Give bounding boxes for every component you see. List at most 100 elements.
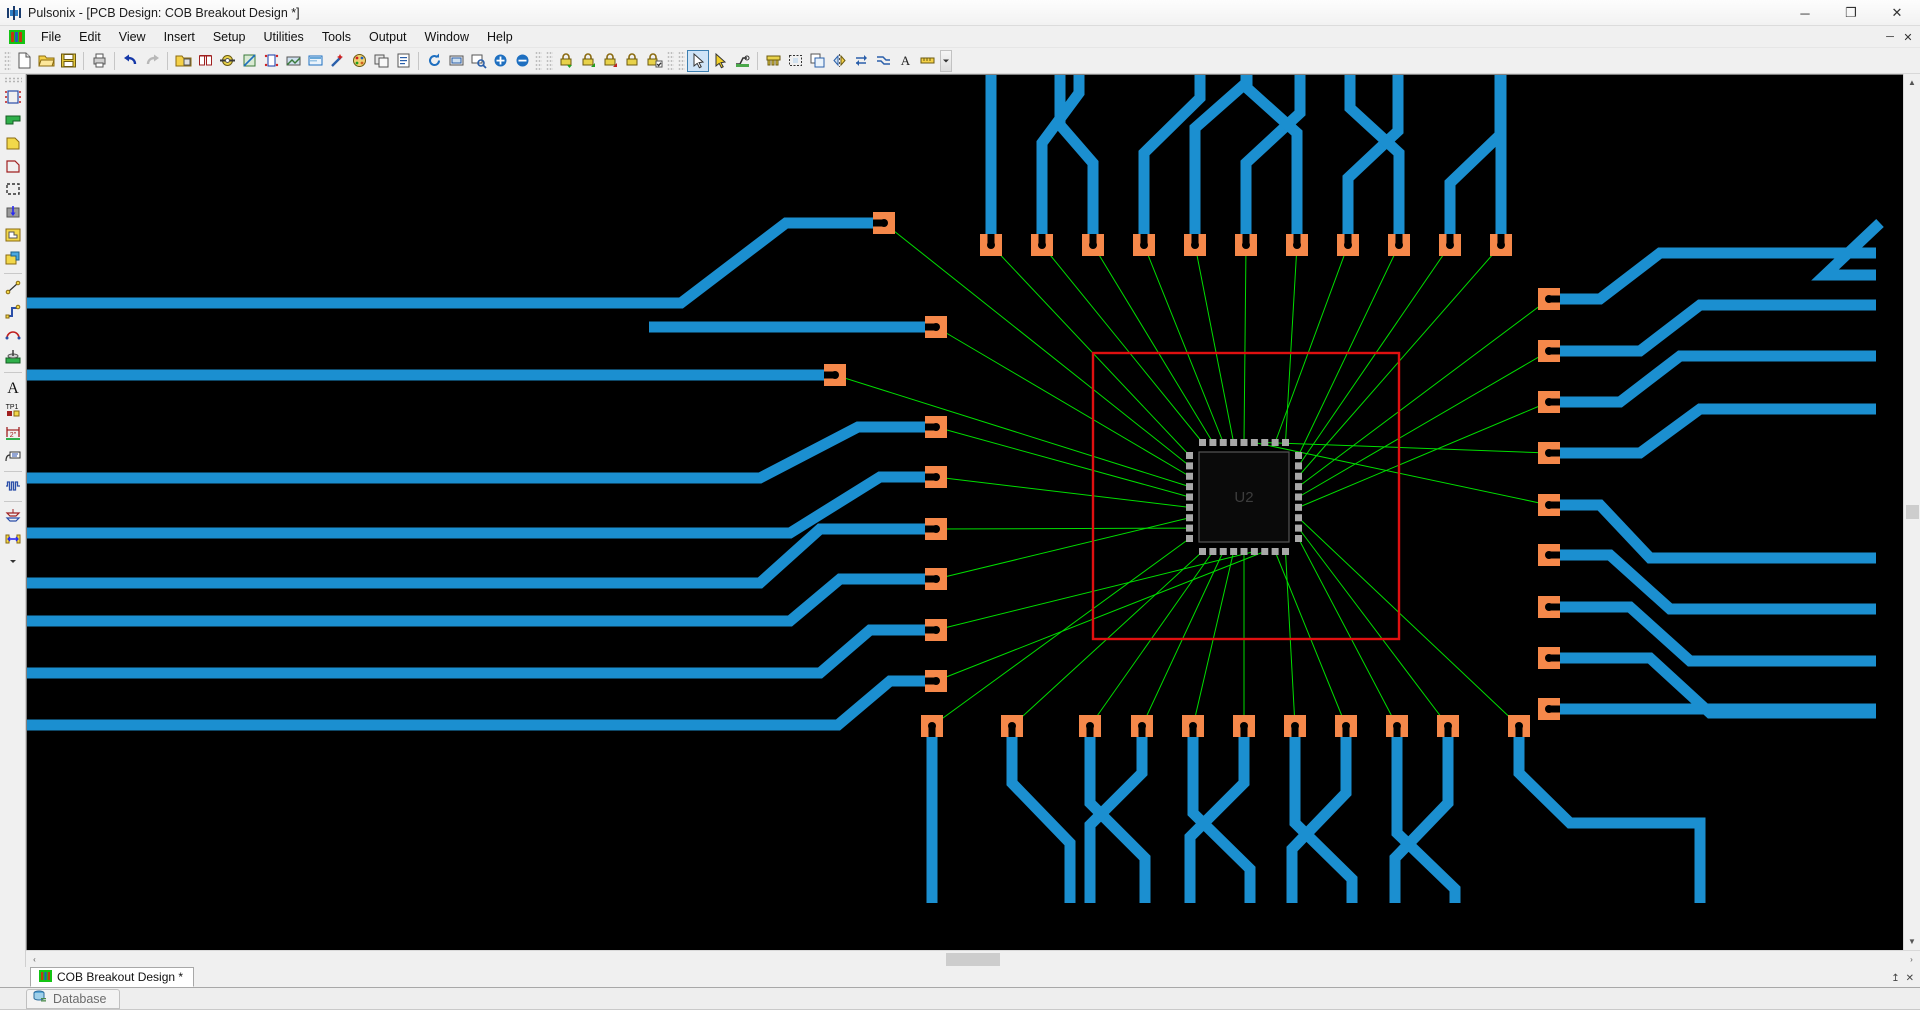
- board-outline-icon[interactable]: [2, 86, 24, 108]
- open-library-icon[interactable]: [172, 50, 194, 72]
- menu-view[interactable]: View: [110, 27, 155, 47]
- toolbar-overflow-button[interactable]: [940, 50, 952, 72]
- comb-pads-icon[interactable]: [762, 50, 784, 72]
- toolbar-grip[interactable]: [678, 51, 685, 71]
- measure-icon[interactable]: [916, 50, 938, 72]
- text-tool-icon[interactable]: A: [2, 376, 24, 398]
- toolbar-separator: [83, 52, 84, 70]
- shape-copy-icon[interactable]: [2, 247, 24, 269]
- pin-icon[interactable]: ↥: [1891, 973, 1899, 984]
- maximize-button[interactable]: ❐: [1828, 0, 1874, 26]
- pulsonix-icon: [6, 5, 22, 21]
- scroll-left-button[interactable]: ‹: [26, 951, 43, 968]
- toolbar-grip[interactable]: [535, 51, 542, 71]
- scroll-right-button[interactable]: ›: [1903, 951, 1920, 968]
- lock-go-icon[interactable]: [555, 50, 577, 72]
- layer-preview-icon[interactable]: [304, 50, 326, 72]
- menu-edit[interactable]: Edit: [70, 27, 110, 47]
- testpoint-icon[interactable]: TP1: [2, 399, 24, 421]
- frame-select-icon[interactable]: [784, 50, 806, 72]
- part-browser-icon[interactable]: [194, 50, 216, 72]
- menu-help[interactable]: Help: [478, 27, 522, 47]
- layer-stack-icon[interactable]: [370, 50, 392, 72]
- colors-palette-icon[interactable]: [348, 50, 370, 72]
- serpentine-icon[interactable]: [2, 475, 24, 497]
- select-area-icon[interactable]: [2, 178, 24, 200]
- menu-setup[interactable]: Setup: [204, 27, 255, 47]
- new-file-icon[interactable]: [13, 50, 35, 72]
- highlight-wand-icon[interactable]: [326, 50, 348, 72]
- copper-pour-icon[interactable]: [2, 109, 24, 131]
- layers-icon[interactable]: [282, 50, 304, 72]
- line-segment-icon[interactable]: [2, 277, 24, 299]
- toolbar-grip[interactable]: [667, 51, 674, 71]
- net-length-icon[interactable]: [2, 528, 24, 550]
- refresh-redraw-icon[interactable]: [423, 50, 445, 72]
- print-icon[interactable]: [88, 50, 110, 72]
- menu-file[interactable]: File: [32, 27, 70, 47]
- save-disk-icon[interactable]: [57, 50, 79, 72]
- toolbar-grip[interactable]: [4, 51, 11, 71]
- zoom-in-icon[interactable]: [489, 50, 511, 72]
- menu-window[interactable]: Window: [416, 27, 478, 47]
- text-place-icon[interactable]: A: [894, 50, 916, 72]
- board-cutout-icon[interactable]: [2, 155, 24, 177]
- zoom-window-icon[interactable]: [467, 50, 489, 72]
- redo-arrow-icon[interactable]: [141, 50, 163, 72]
- select-arrow-icon[interactable]: [687, 50, 709, 72]
- close-icon[interactable]: ✕: [1906, 973, 1914, 984]
- layer-swap-icon[interactable]: [2, 505, 24, 527]
- close-button[interactable]: ✕: [1874, 0, 1920, 26]
- mirror-icon[interactable]: [828, 50, 850, 72]
- pointer-yellow-icon[interactable]: [709, 50, 731, 72]
- canvas-row: U2 ▲ ▼: [26, 74, 1920, 950]
- left-toolbar-grip[interactable]: [4, 77, 22, 83]
- dock-tab-database[interactable]: Database: [26, 989, 120, 1009]
- lock-add-icon[interactable]: [577, 50, 599, 72]
- minimize-button[interactable]: ─: [1782, 0, 1828, 26]
- open-folder-icon[interactable]: [35, 50, 57, 72]
- swap-icon[interactable]: [850, 50, 872, 72]
- lock-check-icon[interactable]: [643, 50, 665, 72]
- vscroll-thumb[interactable]: [1906, 505, 1919, 519]
- left-toolbar-overflow-button[interactable]: [2, 551, 24, 573]
- toolbar-separator: [418, 52, 419, 70]
- zoom-fit-icon[interactable]: [445, 50, 467, 72]
- toolbar-grip[interactable]: [546, 51, 553, 71]
- mdi-close-button[interactable]: ✕: [1900, 29, 1916, 45]
- technology-icon[interactable]: [216, 50, 238, 72]
- callout-icon[interactable]: [2, 445, 24, 467]
- undo-arrow-icon[interactable]: [119, 50, 141, 72]
- pcb-canvas[interactable]: U2: [26, 74, 1903, 950]
- menu-tools[interactable]: Tools: [313, 27, 360, 47]
- left-toolbar-separator: [4, 471, 22, 472]
- area-fill-icon[interactable]: [2, 132, 24, 154]
- dimension-icon[interactable]: 2": [2, 422, 24, 444]
- hscroll-thumb[interactable]: [946, 953, 1000, 966]
- pad-place-icon[interactable]: [2, 346, 24, 368]
- horizontal-scrollbar[interactable]: ‹ ›: [26, 950, 1920, 967]
- report-icon[interactable]: [392, 50, 414, 72]
- menu-output[interactable]: Output: [360, 27, 416, 47]
- arc-icon[interactable]: [2, 323, 24, 345]
- via-stitch-icon[interactable]: [2, 201, 24, 223]
- menu-utilities[interactable]: Utilities: [255, 27, 313, 47]
- scroll-up-button[interactable]: ▲: [1904, 74, 1920, 91]
- scroll-down-button[interactable]: ▼: [1904, 933, 1920, 950]
- net-classes-icon[interactable]: [260, 50, 282, 72]
- shape-yellow-icon[interactable]: [2, 224, 24, 246]
- mdi-restore-button[interactable]: ─: [1882, 29, 1898, 45]
- bus-route-icon[interactable]: [872, 50, 894, 72]
- menu-insert[interactable]: Insert: [155, 27, 204, 47]
- lock-plain-icon[interactable]: [621, 50, 643, 72]
- vertical-scrollbar[interactable]: ▲ ▼: [1903, 74, 1920, 950]
- copy-area-icon[interactable]: [806, 50, 828, 72]
- tab-cob-breakout-design[interactable]: COB Breakout Design *: [30, 967, 194, 987]
- design-rules-icon[interactable]: [238, 50, 260, 72]
- component-layer: U2: [1093, 353, 1399, 639]
- lock-delete-icon[interactable]: [599, 50, 621, 72]
- track-corner-icon[interactable]: [2, 300, 24, 322]
- svg-text:2": 2": [9, 432, 16, 439]
- zoom-out-icon[interactable]: [511, 50, 533, 72]
- route-tool-icon[interactable]: [731, 50, 753, 72]
